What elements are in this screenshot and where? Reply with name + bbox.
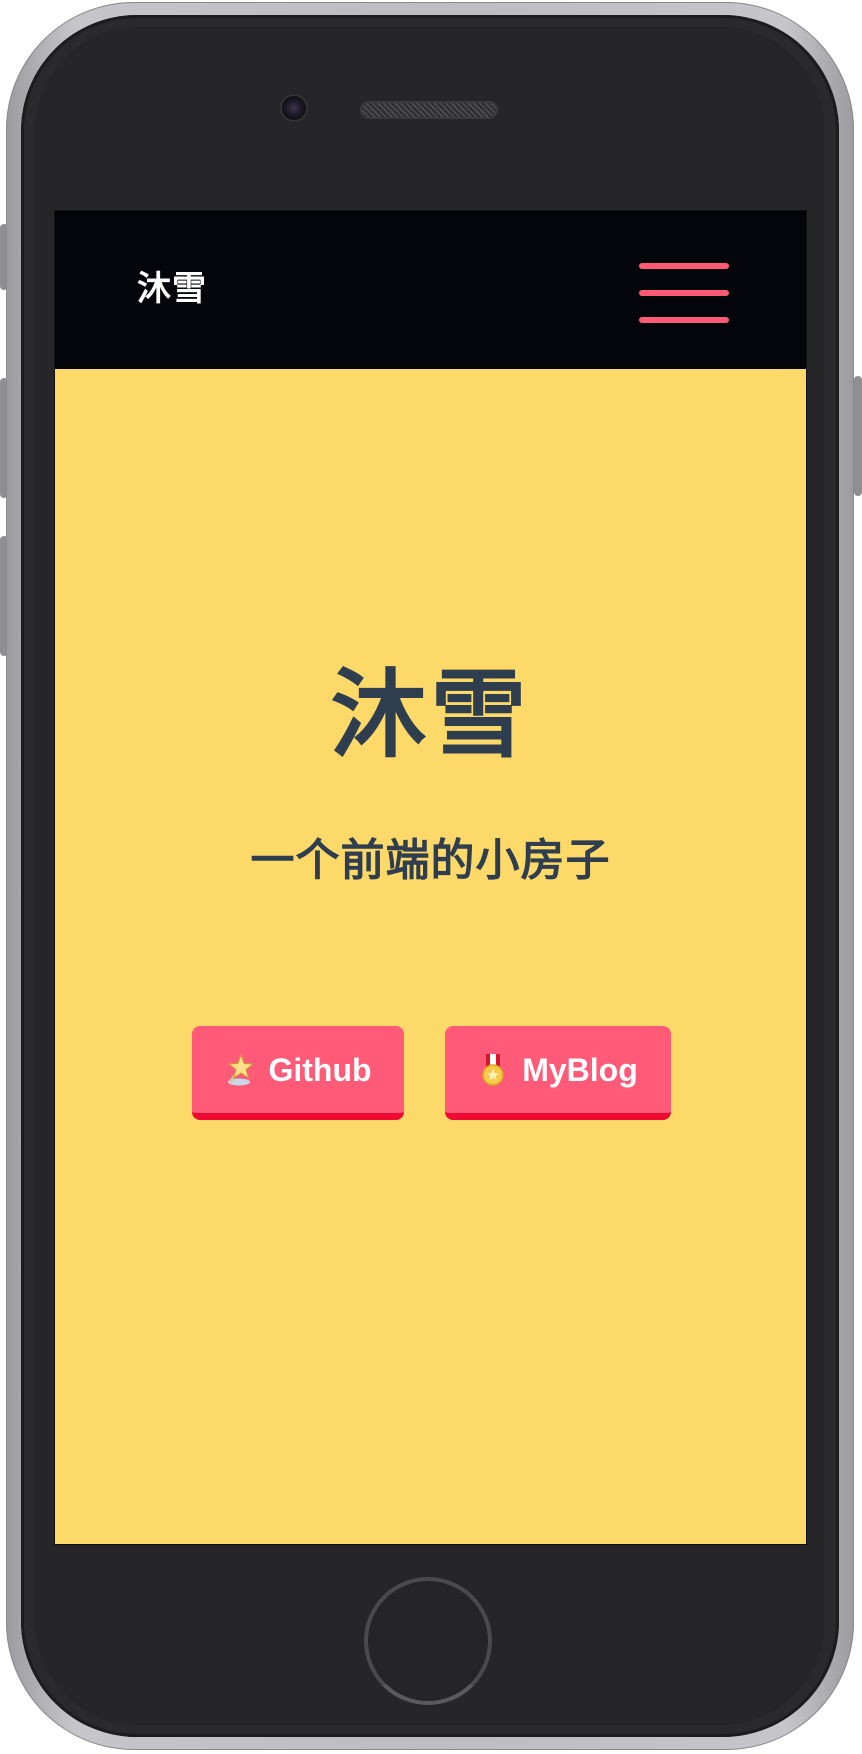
- navbar: 沐雪: [55, 211, 806, 369]
- home-button[interactable]: [364, 1577, 492, 1705]
- shooting-star-icon: [224, 1053, 255, 1087]
- hamburger-bar: [639, 263, 729, 269]
- hamburger-icon[interactable]: [639, 257, 731, 323]
- github-button-label: Github: [268, 1051, 372, 1088]
- device-mockup: 沐雪 沐雪 一个前端的小房子 Github MyBlog: [0, 0, 862, 1754]
- myblog-button[interactable]: MyBlog: [445, 1026, 671, 1120]
- power-button: [854, 376, 862, 496]
- screen: 沐雪 沐雪 一个前端的小房子 Github MyBlog: [54, 210, 807, 1545]
- hero-title: 沐雪: [330, 659, 531, 771]
- medal-icon: [478, 1053, 508, 1087]
- earpiece-speaker: [362, 103, 496, 117]
- hamburger-bar: [639, 317, 729, 323]
- front-camera: [282, 96, 306, 120]
- hamburger-bar: [639, 290, 729, 296]
- myblog-button-label: MyBlog: [522, 1051, 638, 1088]
- hero-subtitle: 一个前端的小房子: [250, 835, 611, 886]
- brand-title[interactable]: 沐雪: [137, 265, 207, 313]
- github-button[interactable]: Github: [192, 1026, 404, 1120]
